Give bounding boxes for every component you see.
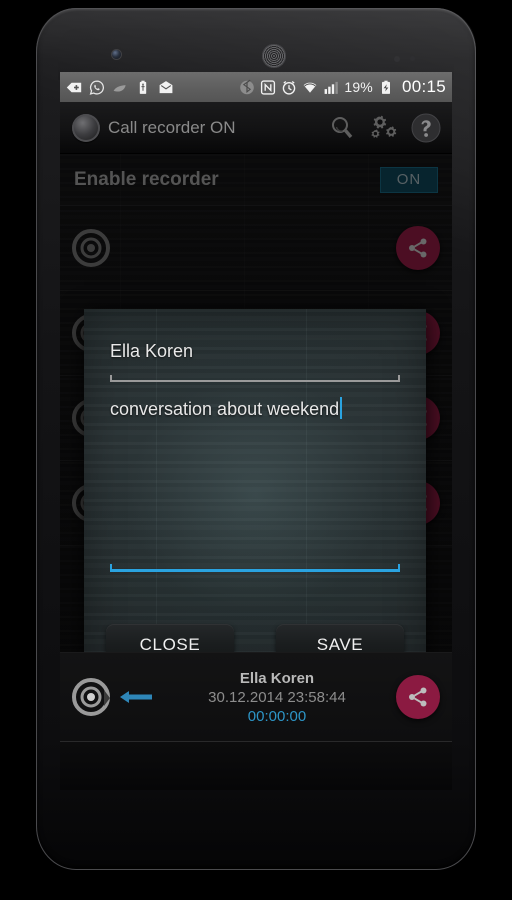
recording-note-value: conversation about weekend [110,397,400,421]
record-indicator-icon[interactable] [72,113,100,142]
share-button[interactable] [396,675,440,719]
list-bottom-padding [60,742,452,790]
recording-name-field[interactable]: Ella Koren [110,339,400,363]
recording-name-underline [110,375,400,382]
edit-recording-dialog: Ella Koren conversation about weekend CL… [84,309,426,696]
back-arrow-icon [66,82,82,92]
speaker-icon[interactable] [70,674,116,720]
recording-note-underline-focused [110,564,400,572]
search-icon[interactable] [324,110,360,146]
battery-charging-icon [381,80,390,94]
recording-note-field[interactable]: conversation about weekend [110,397,400,421]
battery-percent-label: 19% [344,79,373,95]
share-icon [409,687,427,707]
selected-recording-duration: 00:00:00 [247,707,307,725]
front-camera-icon [112,50,121,59]
alarm-icon [283,80,296,95]
text-cursor [340,397,343,419]
incoming-call-arrow-icon [120,691,152,703]
whatsapp-icon [89,79,104,95]
recording-name-value: Ella Koren [110,341,194,361]
usb-battery-icon [139,80,147,94]
help-icon[interactable] [408,110,444,146]
selected-recording-date: 30.12.2014 23:58:44 [208,688,346,706]
app-action-bar: Call recorder ON [60,102,452,154]
bluetooth-icon [240,79,255,94]
android-status-bar: 19% 00:15 [60,72,452,102]
status-system-icons: 19% 00:15 [239,77,446,97]
signal-icon [324,81,339,94]
main-content: Enable recorder ON Ella Koren conversati… [60,154,452,790]
light-sensor-icon [410,56,415,61]
selected-recording-row[interactable]: Ella Koren 30.12.2014 23:58:44 00:00:00 [60,652,452,742]
app-title: Call recorder ON [108,117,236,137]
proximity-sensor-icon [394,56,400,62]
nfc-icon [261,79,276,95]
leaf-icon [113,84,126,92]
mail-icon [159,80,173,93]
status-clock: 00:15 [401,77,446,96]
wifi-icon [303,82,317,93]
selected-recording-name: Ella Koren [239,669,315,687]
phone-screen: 19% 00:15 Call recorder ON Enable record… [60,72,452,790]
selected-recording-details: Ella Koren 30.12.2014 23:58:44 00:00:00 [158,670,396,725]
earpiece-speaker-icon [262,44,286,68]
status-notification-icons [66,79,239,96]
gears-icon[interactable] [366,110,402,146]
